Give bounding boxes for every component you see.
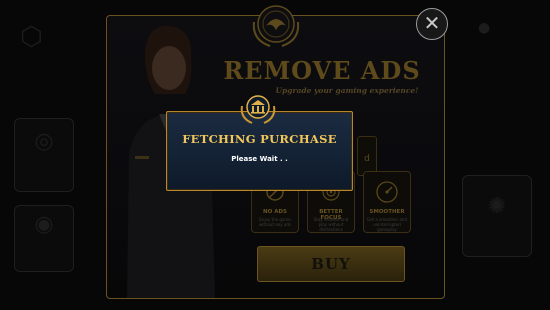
feature-name: NO ADS xyxy=(263,209,287,215)
feature-card-smoother: SMOOTHER Get a smoother and uninterrupte… xyxy=(363,171,411,233)
background-card-icon: ◉ xyxy=(34,212,54,237)
feature-description: Enjoy the game without any ads xyxy=(258,217,291,227)
ad-badge-icon: d xyxy=(357,136,377,176)
background-card-left-lower: ◉ xyxy=(14,205,74,272)
background-coin-icon: ● xyxy=(478,20,491,36)
background-card-right: ✺ xyxy=(462,175,532,257)
popup-title: REMOVE ADS xyxy=(223,56,421,85)
speedometer-icon xyxy=(376,181,398,203)
dialog-message: Please Wait . . xyxy=(231,155,288,163)
close-button[interactable]: ✕ xyxy=(416,8,448,40)
feature-description: Get a smoother and uninterrupted gamepla… xyxy=(366,217,407,232)
background-card-left: ◎ xyxy=(14,118,74,192)
game-background: ◎ ◉ ✺ ⬡ ● d REMOVE ADS Upgrade your gami… xyxy=(0,0,550,310)
bank-emblem-icon xyxy=(240,95,276,124)
svg-text:d: d xyxy=(364,154,370,164)
background-card-icon: ✺ xyxy=(487,194,507,219)
buy-button[interactable]: BUY xyxy=(257,246,405,282)
feature-name: SMOOTHER xyxy=(369,209,405,215)
dialog-title: FETCHING PURCHASE xyxy=(182,132,337,146)
feature-description: Stay focused and play without distractio… xyxy=(313,217,349,232)
background-card-icon: ◎ xyxy=(34,129,54,154)
close-icon: ✕ xyxy=(423,11,441,35)
background-logo-icon: ⬡ xyxy=(20,22,43,52)
laurel-emblem-icon xyxy=(252,5,300,47)
